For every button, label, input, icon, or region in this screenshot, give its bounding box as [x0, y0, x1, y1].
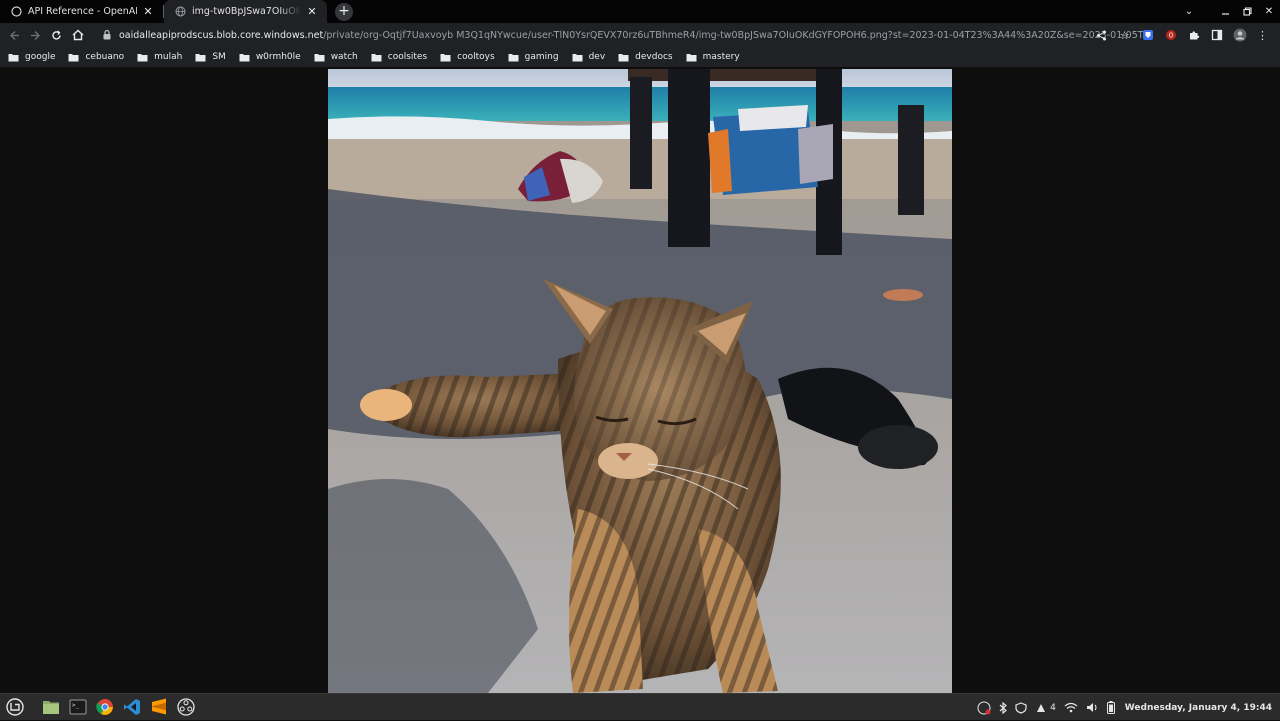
- restore-icon[interactable]: [1236, 0, 1258, 23]
- bookmark-folder[interactable]: watch: [314, 52, 358, 62]
- folder-icon: [239, 53, 250, 62]
- terminal-icon[interactable]: >_: [65, 694, 91, 720]
- home-icon[interactable]: [67, 25, 88, 46]
- tab-close-icon[interactable]: ✕: [305, 5, 319, 19]
- bookmark-folder[interactable]: devdocs: [618, 52, 673, 62]
- updates-icon[interactable]: 4: [1035, 702, 1056, 714]
- folder-icon: [686, 53, 697, 62]
- forward-arrow-icon[interactable]: [25, 25, 46, 46]
- profile-avatar[interactable]: [1228, 23, 1251, 47]
- folder-icon: [314, 53, 325, 62]
- bookmark-label: dev: [588, 52, 606, 62]
- bookmark-label: mulah: [154, 52, 183, 62]
- bookmarks-bar: google cebuano mulah SM w0rmh0le watch c…: [0, 47, 1280, 67]
- bookmark-folder[interactable]: gaming: [508, 52, 559, 62]
- menu-kebab-icon[interactable]: ⋮: [1251, 23, 1274, 47]
- start-menu-icon[interactable]: [2, 694, 28, 720]
- folder-icon: [137, 53, 148, 62]
- tab-search-icon[interactable]: ⌄: [1178, 0, 1200, 23]
- bookmark-folder[interactable]: coolsites: [371, 52, 427, 62]
- extension-bitwarden-icon[interactable]: [1136, 23, 1159, 47]
- folder-icon: [371, 53, 382, 62]
- file-manager-icon[interactable]: [38, 694, 64, 720]
- bookmark-label: google: [25, 52, 56, 62]
- toolbar-actions: ☆ 0 ⋮: [1090, 23, 1274, 47]
- bookmark-label: coolsites: [387, 52, 428, 62]
- svg-text:>_: >_: [72, 702, 80, 709]
- bookmark-label: cebuano: [85, 52, 125, 62]
- extension-red-icon[interactable]: 0: [1159, 23, 1182, 47]
- back-arrow-icon[interactable]: [4, 25, 25, 46]
- bookmark-folder[interactable]: mastery: [686, 52, 740, 62]
- bookmark-folder[interactable]: SM: [195, 52, 226, 62]
- obs-tray-icon[interactable]: [977, 701, 991, 715]
- wifi-icon[interactable]: [1064, 702, 1078, 713]
- folder-icon: [440, 53, 451, 62]
- bookmark-star-icon[interactable]: ☆: [1113, 23, 1136, 47]
- folder-icon: [68, 53, 79, 62]
- tab-api-reference[interactable]: API Reference - OpenAI API ✕: [0, 0, 163, 23]
- bookmark-label: SM: [212, 52, 226, 62]
- clock[interactable]: Wednesday, January 4, 19:44: [1125, 703, 1272, 713]
- folder-icon: [195, 53, 206, 62]
- bookmark-label: w0rmh0le: [255, 52, 301, 62]
- page-viewport: [0, 67, 1280, 693]
- share-icon[interactable]: [1090, 23, 1113, 47]
- bookmark-label: mastery: [702, 52, 740, 62]
- browser-toolbar: oaidalleapiprodscus.blob.core.windows.ne…: [0, 23, 1280, 47]
- bookmark-label: gaming: [524, 52, 559, 62]
- vscode-icon[interactable]: [119, 694, 145, 720]
- shield-icon[interactable]: [1015, 701, 1027, 714]
- lock-icon[interactable]: [102, 30, 113, 40]
- folder-icon: [572, 53, 583, 62]
- close-window-icon[interactable]: ✕: [1258, 0, 1280, 23]
- reload-icon[interactable]: [46, 25, 67, 46]
- tab-title: API Reference - OpenAI API: [28, 6, 137, 17]
- volume-icon[interactable]: [1086, 702, 1099, 713]
- new-tab-button[interactable]: +: [335, 2, 353, 21]
- tab-image[interactable]: img-tw0BpJSwa7OIuOKdGYF ✕: [164, 0, 327, 23]
- tab-strip: API Reference - OpenAI API ✕ img-tw0BpJS…: [0, 0, 1280, 23]
- bookmark-folder[interactable]: google: [8, 52, 55, 62]
- displayed-image[interactable]: [328, 69, 952, 693]
- bookmark-label: cooltoys: [457, 52, 495, 62]
- bookmark-folder[interactable]: cebuano: [68, 52, 124, 62]
- bookmark-folder[interactable]: cooltoys: [440, 52, 495, 62]
- side-panel-icon[interactable]: [1205, 23, 1228, 47]
- bookmark-folder[interactable]: dev: [572, 52, 606, 62]
- address-bar[interactable]: oaidalleapiprodscus.blob.core.windows.ne…: [96, 23, 1143, 47]
- minimize-icon[interactable]: [1214, 0, 1236, 23]
- tray-count: 4: [1050, 702, 1056, 713]
- globe-icon: [174, 6, 186, 18]
- battery-icon[interactable]: [1106, 701, 1115, 714]
- system-tray: 4 Wednesday, January 4, 19:44: [973, 694, 1272, 721]
- extensions-puzzle-icon[interactable]: [1182, 23, 1205, 47]
- bookmark-label: devdocs: [635, 52, 673, 62]
- folder-icon: [618, 53, 629, 62]
- folder-icon: [8, 53, 19, 62]
- obs-icon[interactable]: [173, 694, 199, 720]
- url-host: oaidalleapiprodscus.blob.core.windows.ne…: [118, 29, 324, 41]
- bookmark-folder[interactable]: mulah: [137, 52, 182, 62]
- taskbar: >_ 4 Wednesday, January 4, 19:44: [0, 693, 1280, 720]
- tab-close-icon[interactable]: ✕: [141, 5, 155, 19]
- tab-title: img-tw0BpJSwa7OIuOKdGYF: [192, 6, 301, 17]
- url-path: /private/org-Oqtjf7Uaxvoyb M3Q1qNYwcue/u…: [323, 29, 1143, 41]
- bookmark-label: watch: [330, 52, 358, 62]
- openai-icon: [10, 6, 22, 18]
- svg-text:0: 0: [1168, 32, 1172, 40]
- bluetooth-icon[interactable]: [999, 701, 1007, 714]
- sublime-text-icon[interactable]: [146, 694, 172, 720]
- window-controls: ⌄ ✕: [1178, 0, 1280, 23]
- bookmark-folder[interactable]: w0rmh0le: [239, 52, 301, 62]
- folder-icon: [508, 53, 519, 62]
- chrome-icon[interactable]: [92, 694, 118, 720]
